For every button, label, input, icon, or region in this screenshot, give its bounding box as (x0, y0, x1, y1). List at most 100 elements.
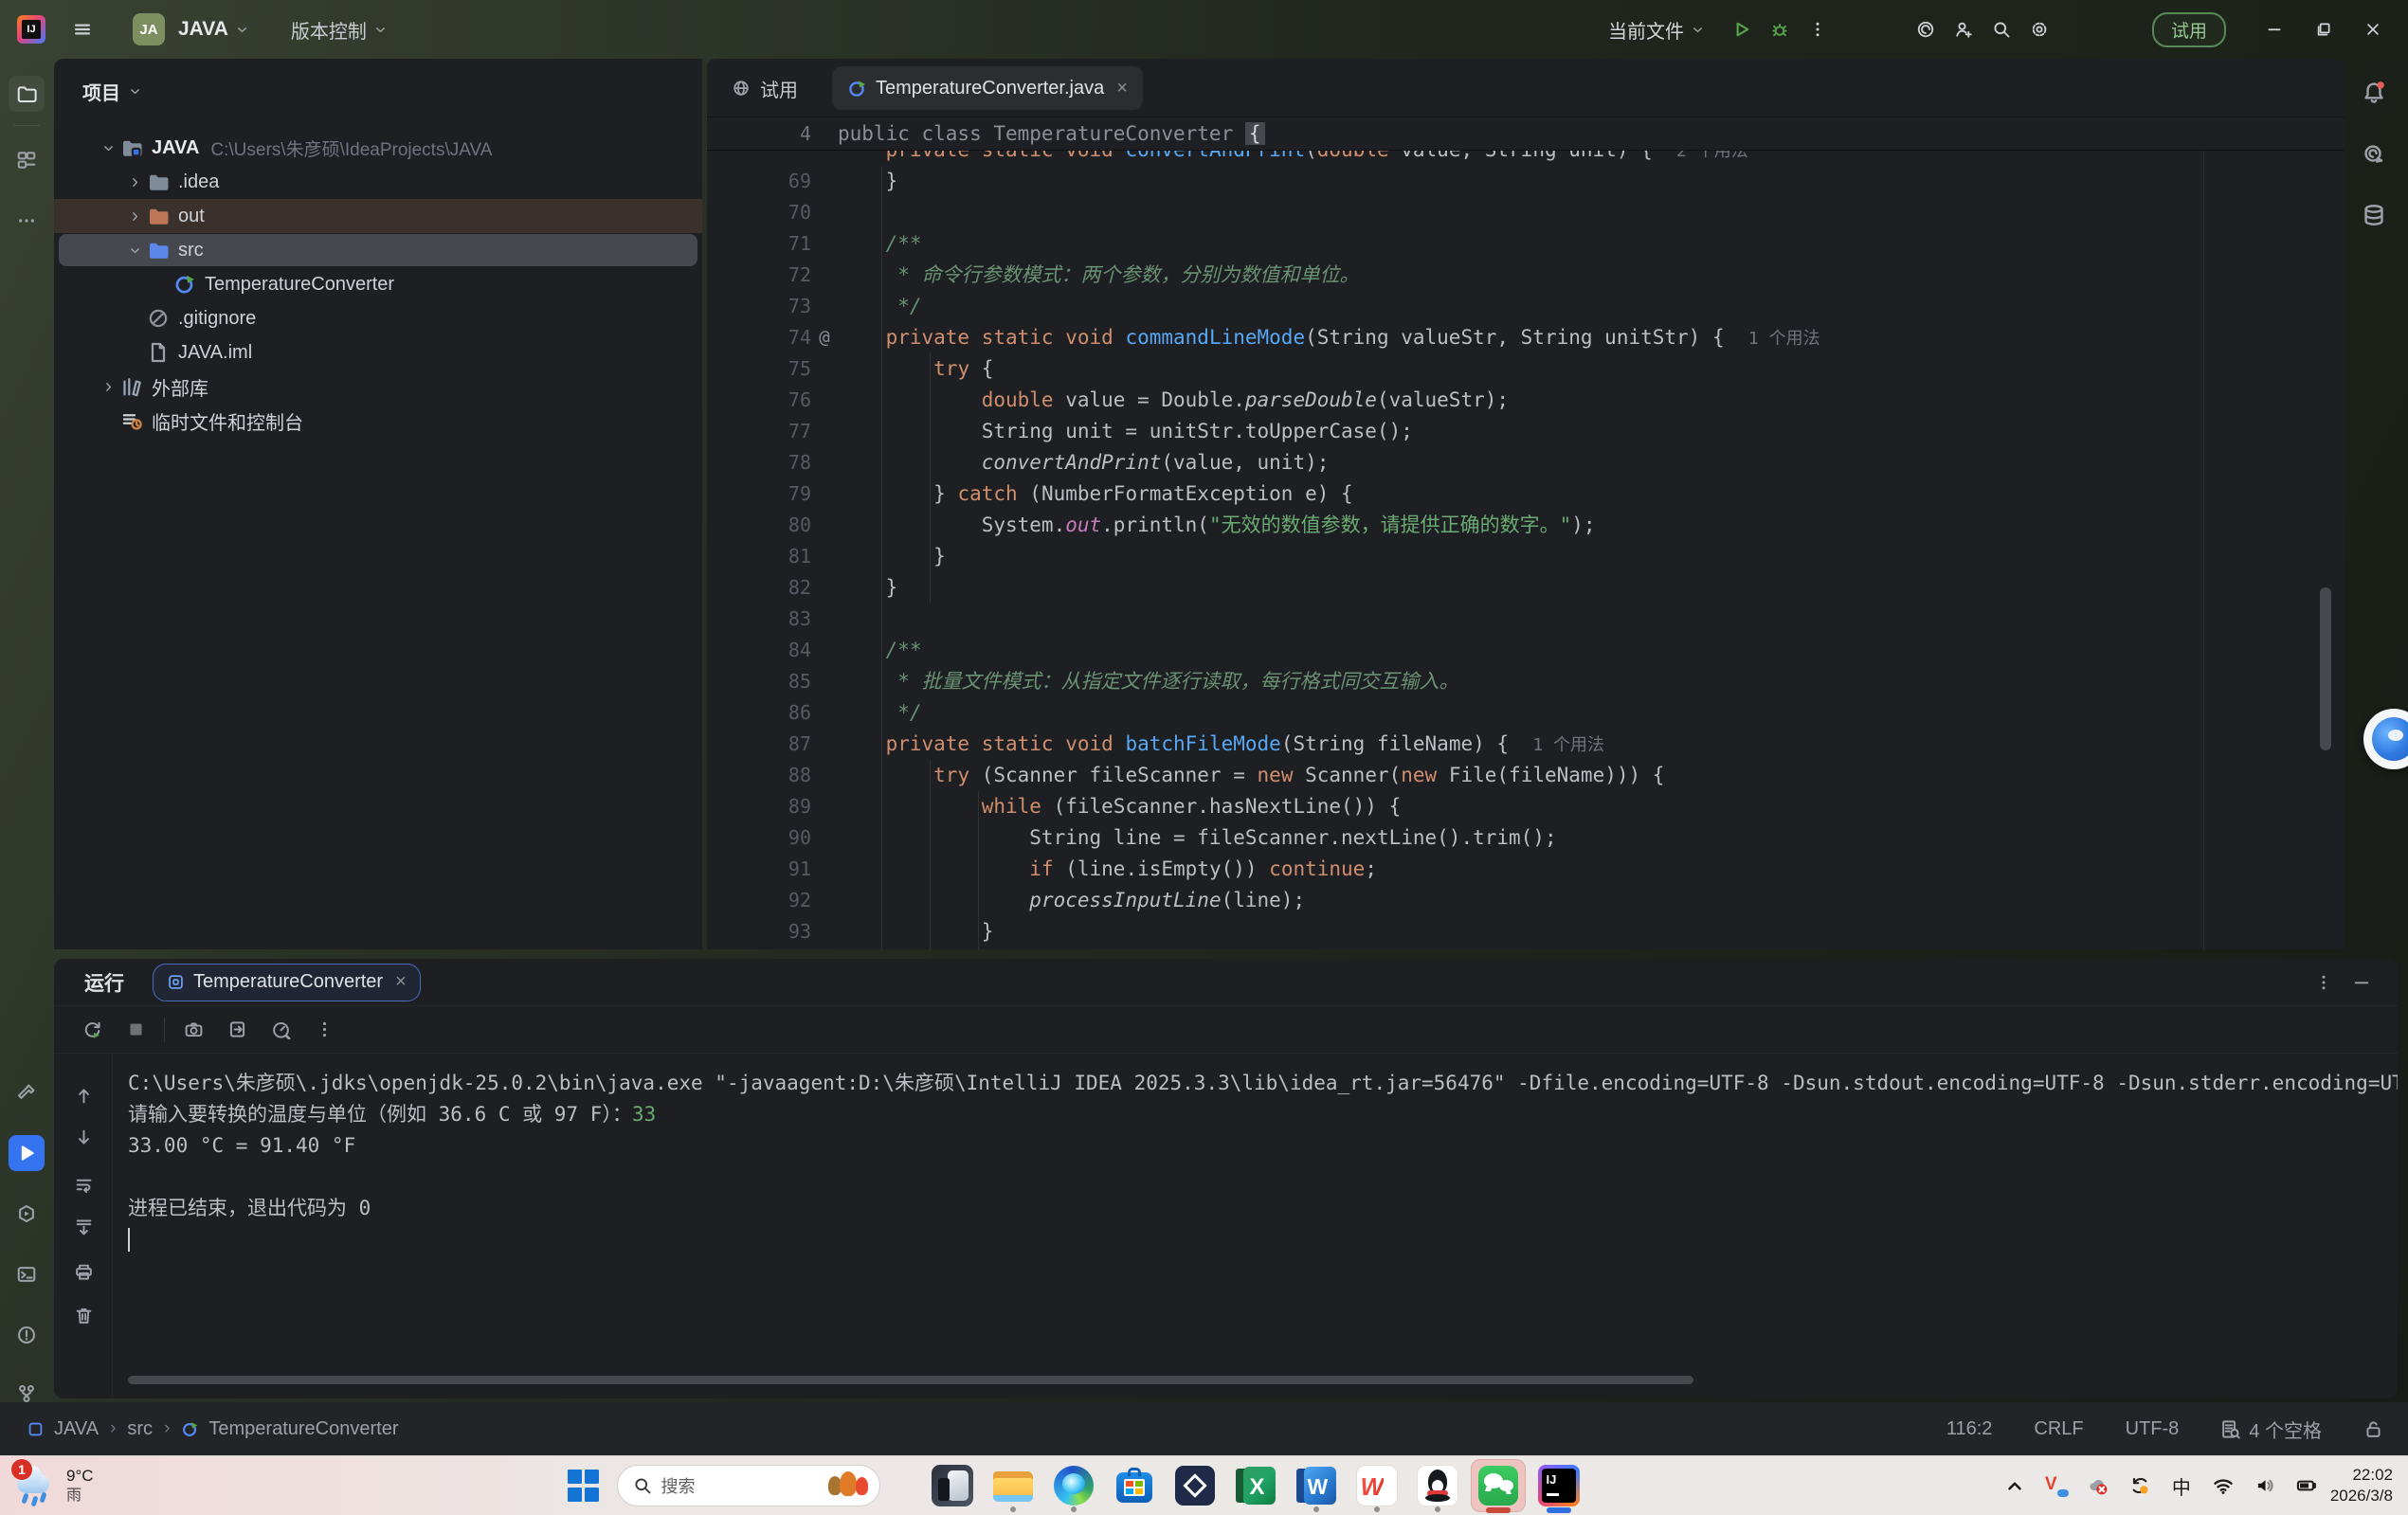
taskbar-app-excel[interactable]: X (1225, 1457, 1286, 1514)
database-toolwindow-icon[interactable] (2362, 203, 2390, 231)
weather-widget[interactable]: 1 9°C 雨 (13, 1463, 94, 1508)
run-button[interactable] (1726, 13, 1758, 45)
clear-console-icon[interactable] (68, 1300, 99, 1330)
taskbar-app-dark-diamond-app[interactable] (1165, 1457, 1225, 1514)
line-number[interactable]: 76 (707, 385, 811, 416)
taskbar-app-edge[interactable] (1043, 1457, 1104, 1514)
more-toolwindows-icon[interactable] (9, 203, 45, 239)
services-toolwindow-icon[interactable] (9, 1196, 45, 1232)
readonly-toggle[interactable] (2363, 1419, 2383, 1439)
taskbar-search[interactable]: 搜索 (617, 1465, 880, 1506)
code-line-73[interactable]: 73 */ (707, 291, 2345, 322)
terminal-toolwindow-icon[interactable] (9, 1256, 45, 1292)
main-menu-icon[interactable] (66, 13, 99, 45)
line-number[interactable]: 80 (707, 510, 811, 541)
file-encoding[interactable]: UTF-8 (2126, 1418, 2180, 1440)
tree-row-temperatureconverter[interactable]: TemperatureConverter (54, 267, 702, 301)
debug-button[interactable] (1764, 13, 1796, 45)
chevron-right-icon[interactable] (96, 380, 120, 394)
chevron-down-icon[interactable] (122, 243, 147, 258)
line-number[interactable]: 84 (707, 635, 811, 666)
trial-badge[interactable]: 试用 (2152, 12, 2226, 47)
maximize-button[interactable] (2302, 10, 2345, 48)
console-line[interactable] (128, 1162, 2398, 1193)
code-lines[interactable]: private static void convertAndPrint(doub… (707, 135, 2345, 947)
tree-row-java[interactable]: JAVAC:\Users\朱彦硕\IdeaProjects\JAVA (54, 131, 702, 165)
console-line[interactable]: C:\Users\朱彦硕\.jdks\openjdk-25.0.2\bin\ja… (128, 1068, 2398, 1099)
close-button[interactable] (2351, 10, 2395, 48)
vcs-widget[interactable]: 版本控制 (291, 16, 388, 44)
tree-row-src[interactable]: src (54, 233, 702, 267)
build-toolwindow-icon[interactable] (9, 1074, 45, 1110)
search-everywhere-icon[interactable] (1985, 13, 2018, 45)
start-button[interactable] (568, 1470, 600, 1502)
code-line-79[interactable]: 79 } catch (NumberFormatException e) { (707, 478, 2345, 510)
taskbar-app-intellij-idea[interactable]: IJ (1529, 1457, 1589, 1514)
tree-row-java-iml[interactable]: JAVA.iml (54, 335, 702, 370)
project-panel-header[interactable]: 项目 (82, 78, 142, 105)
more-actions-icon[interactable] (1801, 13, 1834, 45)
run-toolwindow-icon[interactable] (9, 1135, 45, 1171)
taskbar-app-qq[interactable] (1407, 1457, 1468, 1514)
rerun-button[interactable] (77, 1015, 107, 1045)
editor-scrollbar-thumb[interactable] (2320, 587, 2331, 750)
editor-tab--[interactable]: 试用 (732, 59, 798, 117)
code-line-84[interactable]: 84 /** (707, 635, 2345, 666)
taskbar-app-file-explorer[interactable] (983, 1457, 1043, 1514)
line-number[interactable]: 89 (707, 791, 811, 822)
more-options-icon[interactable] (2314, 973, 2333, 992)
console-caret-line[interactable] (128, 1224, 2398, 1255)
more-actions-icon[interactable] (309, 1015, 339, 1045)
line-number[interactable]: 83 (707, 604, 811, 635)
line-number[interactable]: 93 (707, 916, 811, 947)
line-number[interactable]: 4 (707, 118, 811, 150)
line-number[interactable]: 75 (707, 353, 811, 385)
line-number[interactable]: 86 (707, 697, 811, 729)
run-configuration-selector[interactable]: 当前文件 (1608, 16, 1705, 44)
indent-setting[interactable]: 4 个空格 (2220, 1416, 2322, 1443)
code-line-4[interactable]: 4public class TemperatureConverter { (707, 118, 1265, 150)
line-number[interactable]: 77 (707, 416, 811, 447)
scroll-to-end-icon[interactable] (68, 1211, 99, 1241)
line-number[interactable]: 81 (707, 541, 811, 572)
caret-position[interactable]: 116:2 (1946, 1418, 1993, 1440)
code-line-72[interactable]: 72 * 命令行参数模式：两个参数，分别为数值和单位。 (707, 260, 2345, 291)
print-icon[interactable] (68, 1256, 99, 1287)
code-line-87[interactable]: 87 private static void batchFileMode(Str… (707, 729, 2345, 760)
ai-chat-toolwindow-icon[interactable] (2362, 142, 2390, 171)
line-number[interactable]: 90 (707, 822, 811, 854)
chevron-down-icon[interactable] (96, 141, 120, 155)
taskbar-app-phone-link[interactable] (922, 1457, 983, 1514)
chevron-right-icon[interactable] (122, 209, 147, 224)
prev-occurrence-icon[interactable] (68, 1080, 99, 1110)
sticky-header-line[interactable]: 4public class TemperatureConverter { (707, 118, 2345, 151)
close-icon[interactable]: × (395, 971, 407, 993)
run-tab[interactable]: TemperatureConverter × (153, 964, 421, 1001)
tree-row--[interactable]: 临时文件和控制台 (54, 404, 702, 438)
console-line[interactable]: 请输入要转换的温度与单位（例如 36.6 C 或 97 F）：33 (128, 1099, 2398, 1130)
annotation-gutter-icon[interactable]: @ (811, 322, 838, 353)
notifications-bell-icon[interactable] (2362, 80, 2390, 108)
code-line-81[interactable]: 81 } (707, 541, 2345, 572)
hide-panel-icon[interactable] (2352, 973, 2371, 992)
line-number[interactable]: 73 (707, 291, 811, 322)
console-output[interactable]: C:\Users\朱彦硕\.jdks\openjdk-25.0.2\bin\ja… (128, 1068, 2398, 1255)
tree-row-out[interactable]: out (54, 199, 702, 233)
tray-ime-zh-icon[interactable]: 中 (2167, 1471, 2196, 1500)
tree-row--gitignore[interactable]: .gitignore (54, 301, 702, 335)
breadcrumb[interactable]: JAVA › src › TemperatureConverter (27, 1418, 398, 1440)
code-line-78[interactable]: 78 convertAndPrint(value, unit); (707, 447, 2345, 478)
snapshot-button[interactable] (178, 1015, 208, 1045)
tray-chevron-up-icon[interactable] (2001, 1471, 2029, 1500)
code-line-70[interactable]: 70 (707, 197, 2345, 228)
dump-threads-button[interactable] (222, 1015, 252, 1045)
taskbar-app-wechat[interactable] (1468, 1457, 1529, 1514)
project-toolwindow-icon[interactable] (9, 76, 45, 112)
line-number[interactable]: 78 (707, 447, 811, 478)
line-number[interactable]: 71 (707, 228, 811, 260)
tray-sync-icon[interactable] (2126, 1471, 2154, 1500)
line-number[interactable]: 82 (707, 572, 811, 604)
next-occurrence-icon[interactable] (68, 1122, 99, 1152)
problems-toolwindow-icon[interactable] (9, 1317, 45, 1353)
tray-wifi-icon[interactable] (2209, 1471, 2237, 1500)
